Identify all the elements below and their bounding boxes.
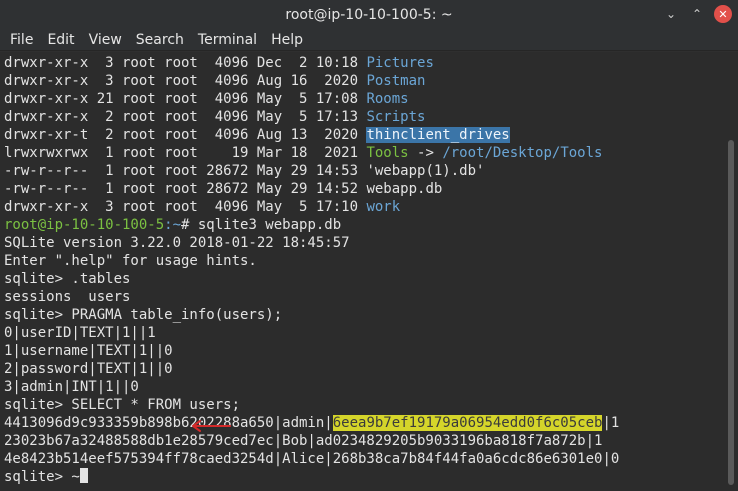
terminal-output[interactable]: drwxr-xr-x 3 root root 4096 Dec 2 10:18 …: [0, 52, 725, 491]
listing-meta: drwxr-xr-t 2 root root 4096 Aug 13 2020: [4, 127, 367, 143]
maximize-icon[interactable]: ⌃: [688, 5, 706, 23]
symlink-arrow: ->: [408, 145, 443, 161]
listing-meta: drwxr-xr-x 3 root root 4096 May 5 17:10: [4, 199, 367, 215]
output-line: 2|password|TEXT|1||0: [4, 361, 173, 377]
highlighted-hash: 6eea9b7ef19179a06954edd0f6c05ceb: [332, 415, 603, 431]
menu-search[interactable]: Search: [129, 32, 191, 48]
listing-meta: drwxr-xr-x 3 root root 4096 Aug 16 2020: [4, 73, 367, 89]
prompt-symbol: #: [181, 217, 198, 233]
listing-name: Rooms: [366, 91, 409, 107]
listing-name: Tools: [366, 145, 409, 161]
listing-name: thinclient_drives: [366, 127, 510, 143]
sqlite-prompt-line: sqlite> ~: [4, 468, 88, 486]
listing-meta: -rw-r--r-- 1 root root 28672 May 29 14:5…: [4, 163, 367, 179]
row-suffix: |1: [602, 415, 620, 431]
query-result-row: 4413096d9c933359b898b6202288a650|admin|6…: [4, 414, 619, 432]
listing-line: drwxr-xr-x 3 root root 4096 Aug 16 2020 …: [4, 72, 425, 90]
listing-name: webapp.db: [366, 181, 443, 197]
title-bar[interactable]: root@ip-10-10-100-5: ~ ⌄ ⌃ ✕: [0, 0, 738, 29]
listing-name: work: [366, 199, 401, 215]
output-line: 3|admin|INT|1||0: [4, 379, 139, 395]
listing-meta: drwxr-xr-x 2 root root 4096 May 5 17:13: [4, 109, 367, 125]
prompt-path: :~: [164, 217, 182, 233]
listing-line: lrwxrwxrwx 1 root root 19 Mar 18 2021 To…: [4, 144, 602, 162]
listing-name: Postman: [366, 73, 426, 89]
output-line: sqlite> PRAGMA table_info(users);: [4, 307, 283, 323]
output-line: sessions users: [4, 289, 131, 305]
symlink-target: /root/Desktop/Tools: [442, 145, 603, 161]
output-line: Enter ".help" for usage hints.: [4, 253, 257, 269]
minimize-icon[interactable]: ⌄: [662, 5, 680, 23]
output-line: 1|username|TEXT|1||0: [4, 343, 173, 359]
listing-line: drwxr-xr-x 3 root root 4096 Dec 2 10:18 …: [4, 54, 434, 72]
menu-help[interactable]: Help: [264, 32, 310, 48]
menu-bar: File Edit View Search Terminal Help: [0, 29, 738, 51]
query-result-row: 4e8423b514eef575394ff78caed3254d|Alice|2…: [4, 451, 620, 467]
listing-name: 'webapp(1).db': [366, 163, 485, 179]
output-line: sqlite> .tables: [4, 271, 131, 287]
listing-line: drwxr-xr-t 2 root root 4096 Aug 13 2020 …: [4, 126, 510, 144]
menu-edit[interactable]: Edit: [40, 32, 81, 48]
listing-line: drwxr-xr-x 3 root root 4096 May 5 17:10 …: [4, 198, 400, 216]
query-result-row: 23023b67a32488588db1e28579ced7ec|Bob|ad0…: [4, 433, 603, 449]
listing-name: Scripts: [366, 109, 426, 125]
row-prefix: 4413096d9c933359b898b6202288a650|admin|: [4, 415, 333, 431]
prompt-command: sqlite3 webapp.db: [197, 217, 342, 233]
shell-prompt-line: root@ip-10-10-100-5:~# sqlite3 webapp.db: [4, 216, 341, 234]
cursor: [79, 468, 88, 483]
listing-line: -rw-r--r-- 1 root root 28672 May 29 14:5…: [4, 162, 484, 180]
vertical-scrollbar[interactable]: [725, 52, 738, 491]
output-line: 0|userID|TEXT|1||1: [4, 325, 156, 341]
scrollbar-thumb[interactable]: [728, 140, 734, 485]
listing-line: drwxr-xr-x 2 root root 4096 May 5 17:13 …: [4, 108, 425, 126]
window-title: root@ip-10-10-100-5: ~: [285, 6, 453, 23]
red-arrow-annotation: [192, 420, 231, 432]
menu-terminal[interactable]: Terminal: [191, 32, 264, 48]
listing-meta: drwxr-xr-x 21 root root 4096 May 5 17:08: [4, 91, 367, 107]
menu-view[interactable]: View: [82, 32, 129, 48]
listing-meta: -rw-r--r-- 1 root root 28672 May 29 14:5…: [4, 181, 367, 197]
prompt-user-host: root@ip-10-10-100-5: [4, 217, 165, 233]
close-icon[interactable]: ✕: [714, 5, 732, 23]
final-prompt: sqlite> ~: [4, 469, 80, 485]
listing-name: Pictures: [366, 55, 434, 71]
listing-meta: drwxr-xr-x 3 root root 4096 Dec 2 10:18: [4, 55, 367, 71]
listing-meta: lrwxrwxrwx 1 root root 19 Mar 18 2021: [4, 145, 367, 161]
output-line: sqlite> SELECT * FROM users;: [4, 397, 241, 413]
listing-line: drwxr-xr-x 21 root root 4096 May 5 17:08…: [4, 90, 409, 108]
terminal-window: root@ip-10-10-100-5: ~ ⌄ ⌃ ✕ File Edit V…: [0, 0, 738, 491]
window-controls: ⌄ ⌃ ✕: [662, 5, 732, 23]
menu-file[interactable]: File: [3, 32, 40, 48]
output-line: SQLite version 3.22.0 2018-01-22 18:45:5…: [4, 235, 350, 251]
listing-line: -rw-r--r-- 1 root root 28672 May 29 14:5…: [4, 180, 442, 198]
